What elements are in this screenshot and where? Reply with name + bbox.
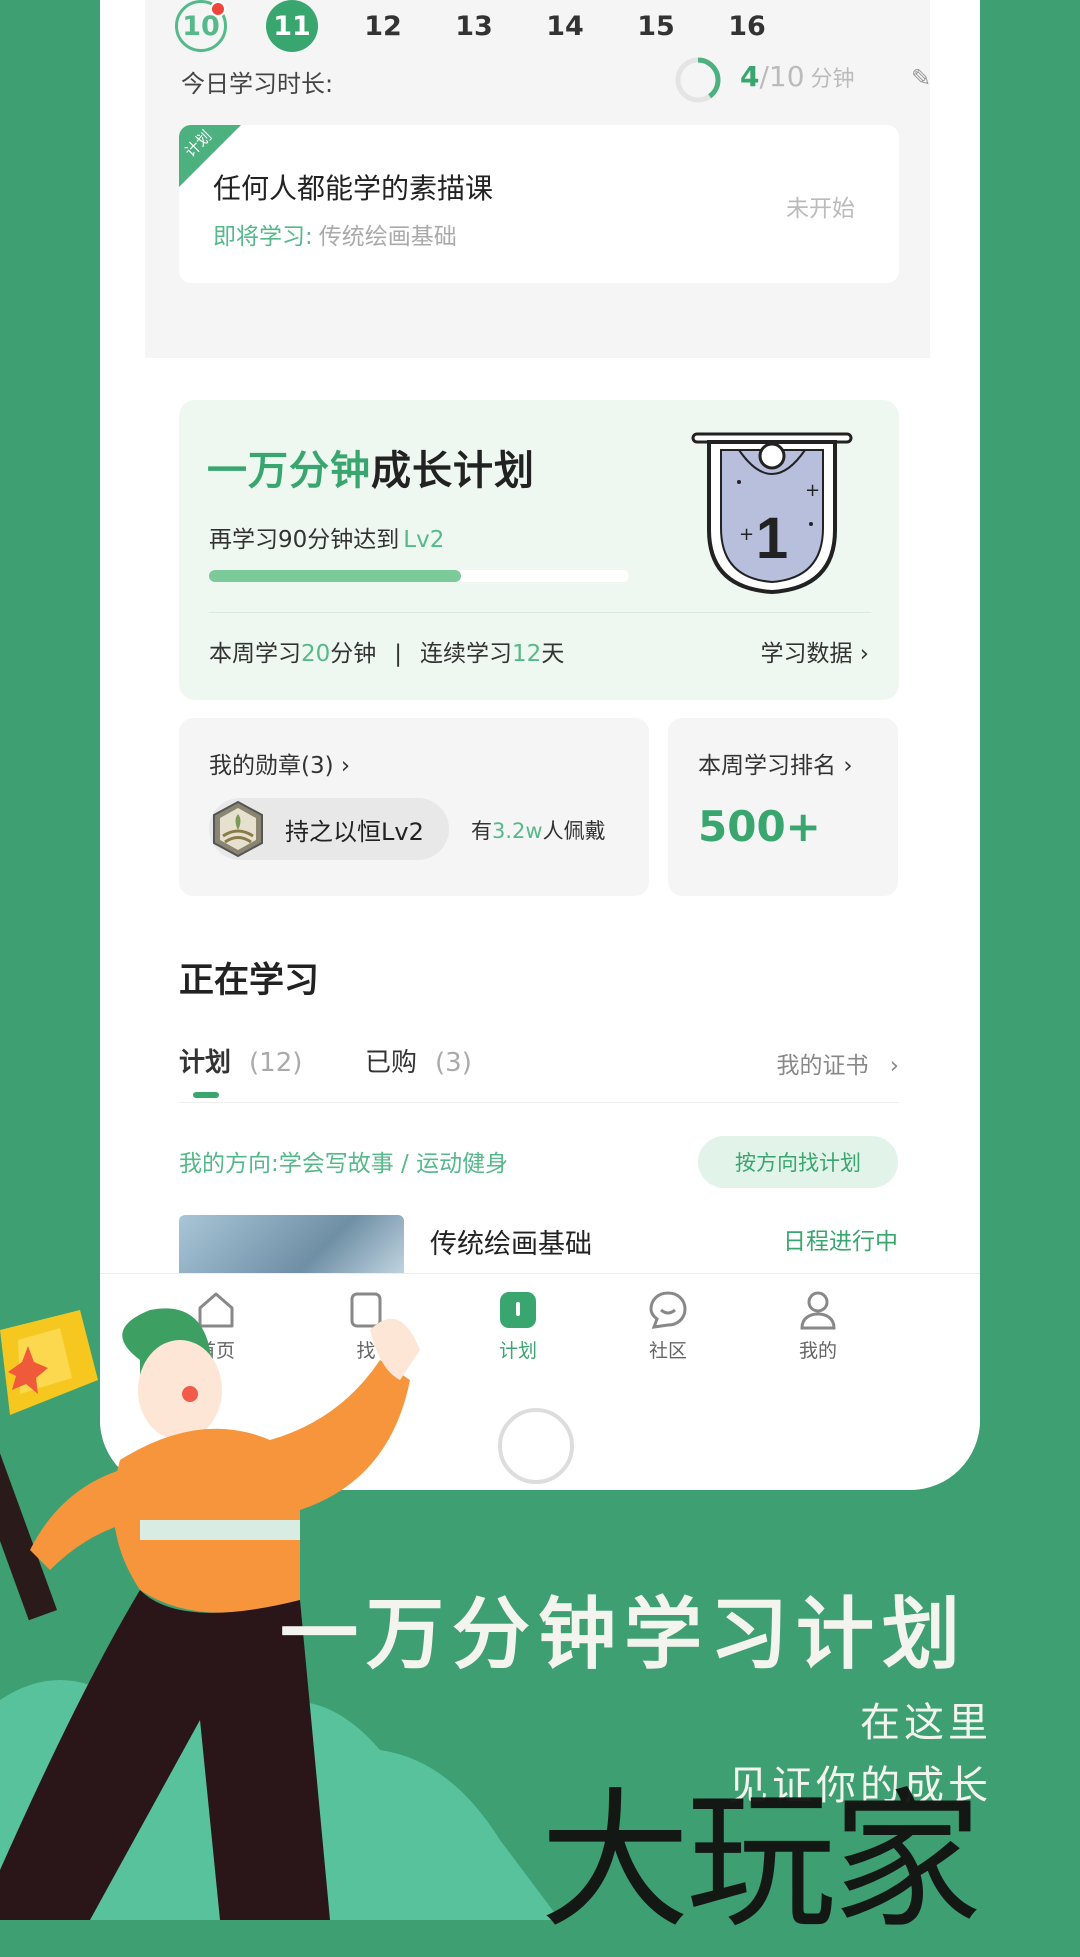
date-day[interactable]: 12	[357, 0, 409, 52]
phone-screen: 10 11 12 13 14 15 16 今日学习时长: 4/10 分钟 ✎ 计划…	[100, 0, 980, 1490]
my-direction: 我的方向:学会写故事 / 运动健身	[179, 1151, 509, 1177]
level-badge-icon: 1 + +	[691, 432, 853, 595]
growth-sub-prefix: 再学习90分钟达到	[209, 527, 400, 553]
study-progress-ring	[675, 57, 721, 103]
rank-value: 500+	[698, 802, 821, 851]
chevron-right-icon: ›	[340, 753, 351, 779]
tabbar-label: 计划	[498, 1340, 537, 1362]
tab-purchased[interactable]: 已购 (3)	[365, 1042, 472, 1079]
medal-wear-count: 有3.2w人佩戴	[471, 815, 606, 845]
chat-bubble-icon	[649, 1291, 687, 1329]
growth-title: 一万分钟成长计划	[207, 438, 535, 496]
today-study-label: 今日学习时长:	[181, 70, 334, 98]
date-day[interactable]: 15	[630, 0, 682, 52]
plan-status: 未开始	[786, 196, 855, 222]
cert-link-label: 我的证书	[776, 1053, 869, 1079]
plan-next-course: 传统绘画基础	[318, 224, 457, 250]
weekly-rank-card[interactable]: 本周学习排名 › 500+	[668, 718, 898, 896]
learning-tabs: 计划 (12) 已购 (3) 我的证书 ›	[179, 1042, 899, 1103]
rank-title: 本周学习排名	[698, 753, 836, 779]
date-day[interactable]: 14	[539, 0, 591, 52]
tab-count: (12)	[249, 1048, 303, 1078]
home-button[interactable]	[498, 1408, 574, 1484]
medal-pill[interactable]: 持之以恒Lv2	[209, 798, 449, 860]
wear-prefix: 有	[471, 819, 492, 843]
rank-title-link[interactable]: 本周学习排名 ›	[698, 746, 853, 780]
my-medals-card[interactable]: 我的勋章(3) › 持之以恒Lv2 有3.2w人佩戴	[179, 718, 649, 896]
week-calendar: 10 11 12 13 14 15 16	[145, 0, 930, 60]
notification-dot	[210, 1, 226, 17]
user-icon	[800, 1291, 836, 1330]
medal-name: 持之以恒Lv2	[285, 818, 424, 846]
today-section: 10 11 12 13 14 15 16 今日学习时长: 4/10 分钟 ✎ 计划…	[145, 0, 931, 358]
growth-plan-card[interactable]: 一万分钟成长计划 再学习90分钟达到 Lv2 1 + + 本周学习20分钟 | 连续学…	[179, 400, 899, 700]
my-certificates-link[interactable]: 我的证书 ›	[776, 1046, 899, 1080]
chevron-right-icon: ›	[889, 1053, 899, 1079]
growth-title-dark: 成长计划	[371, 448, 535, 494]
plan-icon	[500, 1292, 536, 1328]
date-label: 11	[273, 10, 311, 42]
growth-stats: 本周学习20分钟 | 连续学习12天	[209, 634, 564, 668]
tab-label: 已购	[365, 1048, 418, 1078]
plan-next-label: 即将学习:	[213, 224, 313, 250]
find-plan-by-direction-button[interactable]: 按方向找计划	[698, 1136, 898, 1188]
date-day-selected[interactable]: 11	[266, 0, 318, 52]
pencil-icon[interactable]: ✎	[911, 64, 931, 92]
learning-heading: 正在学习	[179, 961, 320, 1001]
stats-streak-value: 12	[512, 641, 542, 667]
study-time-value: 4/10 分钟	[740, 60, 855, 93]
date-day[interactable]: 16	[721, 0, 773, 52]
stats-streak-prefix: 连续学习	[420, 641, 513, 667]
date-day[interactable]: 13	[448, 0, 500, 52]
tab-active-indicator	[193, 1092, 219, 1098]
medals-title: 我的勋章(3)	[209, 753, 334, 779]
tabbar-label: 我的	[798, 1340, 837, 1362]
tab-label: 计划	[179, 1048, 232, 1078]
tab-plans[interactable]: 计划 (12)	[179, 1042, 303, 1098]
stats-streak-suffix: 天	[541, 641, 565, 667]
study-time-target: /10	[759, 60, 805, 93]
date-label: 12	[364, 10, 402, 42]
stats-week-suffix: 分钟	[330, 641, 377, 667]
growth-progress-bar	[209, 570, 629, 582]
medals-title-link[interactable]: 我的勋章(3) ›	[209, 746, 350, 780]
tabbar-item-plan[interactable]: 计划	[458, 1288, 578, 1363]
tabbar-label: 社区	[648, 1340, 687, 1362]
date-label: 13	[455, 10, 493, 42]
divider	[209, 612, 871, 613]
learning-data-link[interactable]: 学习数据 ›	[760, 634, 869, 668]
svg-text:+: +	[805, 480, 820, 501]
svg-text:+: +	[739, 524, 754, 545]
course-title[interactable]: 传统绘画基础	[430, 1222, 592, 1261]
stats-week-prefix: 本周学习	[209, 641, 301, 667]
watermark-text: 大玩家	[540, 1775, 982, 1949]
study-time-current: 4	[740, 60, 760, 93]
tab-count: (3)	[435, 1048, 472, 1078]
growth-progress-fill	[209, 570, 461, 582]
wear-count: 3.2w	[492, 819, 543, 843]
wear-suffix: 人佩戴	[542, 819, 606, 843]
chevron-right-icon: ›	[859, 641, 869, 667]
medal-icon	[213, 800, 263, 858]
promo-headline: 一万分钟学习计划	[280, 1590, 969, 1680]
learning-data-label: 学习数据	[760, 641, 853, 667]
current-plan-card[interactable]: 计划 任何人都能学的素描课 即将学习: 传统绘画基础 未开始	[179, 125, 899, 283]
growth-sub-level: Lv2	[403, 527, 445, 553]
stats-week-value: 20	[301, 641, 331, 667]
date-label: 15	[637, 10, 675, 42]
growth-title-green: 一万分钟	[207, 448, 371, 494]
date-label: 16	[728, 10, 766, 42]
chevron-right-icon: ›	[843, 753, 853, 779]
plan-title: 任何人都能学的素描课	[213, 172, 494, 205]
date-day[interactable]: 10	[175, 0, 227, 52]
stats-separator: |	[394, 641, 403, 667]
study-time-unit: 分钟	[810, 67, 855, 92]
tabbar-item-profile[interactable]: 我的	[758, 1288, 878, 1363]
plan-next-lesson: 即将学习: 传统绘画基础	[213, 217, 457, 251]
course-schedule-status: 日程进行中	[783, 1229, 898, 1255]
badge-level-number: 1	[756, 506, 788, 571]
tabbar-item-community[interactable]: 社区	[608, 1288, 728, 1363]
growth-next-level: 再学习90分钟达到 Lv2	[209, 520, 444, 554]
date-label: 14	[546, 10, 584, 42]
